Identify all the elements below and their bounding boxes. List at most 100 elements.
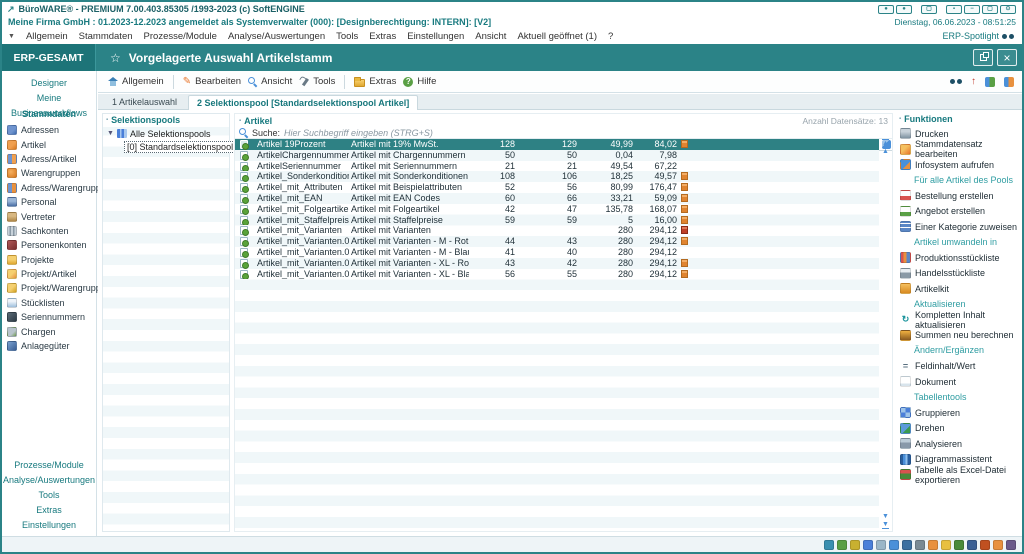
- menu-aktuell-geöffnet-1[interactable]: Aktuell geöffnet (1): [517, 31, 597, 42]
- function-gruppieren[interactable]: Gruppieren: [896, 405, 1020, 421]
- binoculars-icon[interactable]: [950, 78, 962, 85]
- menu-ansicht[interactable]: Ansicht: [475, 31, 506, 42]
- sidebar-item-adress-artikel[interactable]: Adress/Artikel: [2, 152, 96, 166]
- menu-einstellungen[interactable]: Einstellungen: [407, 31, 464, 42]
- sidebar-link-prozesse-module[interactable]: Prozesse/Module: [2, 458, 96, 473]
- window-button-option-b[interactable]: ●: [896, 5, 912, 14]
- sidebar-link-einstellungen[interactable]: Einstellungen: [2, 518, 96, 533]
- sidebar-item-projekt-artikel[interactable]: Projekt/Artikel: [2, 267, 96, 281]
- window-button-option-a[interactable]: ●: [878, 5, 894, 14]
- menu-tools[interactable]: Tools: [336, 31, 358, 42]
- window-button-lock[interactable]: ▪: [946, 5, 962, 14]
- window-button-maximize[interactable]: ▢: [982, 5, 998, 14]
- menu-analyse-auswertungen[interactable]: Analyse/Auswertungen: [228, 31, 325, 42]
- toolbar-tools[interactable]: Tools: [299, 76, 335, 87]
- function-drehen[interactable]: Drehen: [896, 421, 1020, 437]
- table-row[interactable]: Artikel_mit_FolgeartikelArtikel mit Folg…: [235, 204, 879, 215]
- scroll-up-icon[interactable]: ▲: [882, 148, 889, 155]
- function-produktionsstückliste[interactable]: Produktionsstückliste: [896, 250, 1020, 266]
- toolbar-allgemein[interactable]: Allgemein: [108, 76, 164, 87]
- tree-expander-icon[interactable]: ▼: [107, 130, 114, 137]
- table-row[interactable]: Artikel_mit_Varianten.003Artikel mit Var…: [235, 236, 879, 247]
- sidebar-item-projekt-warengruppen[interactable]: Projekt/Warengruppen: [2, 281, 96, 295]
- sidebar-link-meine-businessworkflows[interactable]: Meine Businessworkflows: [2, 91, 96, 106]
- formula-icon[interactable]: [915, 540, 925, 550]
- table-row[interactable]: Artikel_mit_StaffelpreiseArtikel mit Sta…: [235, 215, 879, 226]
- function-tabelle-als-excel-datei-exportieren[interactable]: Tabelle als Excel-Datei exportieren: [896, 467, 1020, 483]
- scroll-to-bottom-icon[interactable]: ▼: [882, 521, 889, 529]
- table-row[interactable]: ArtikelChargennummerArtikel mit Chargenn…: [235, 150, 879, 161]
- table-row[interactable]: Artikel_mit_Varianten.005Artikel mit Var…: [235, 258, 879, 269]
- sidebar-link-tools[interactable]: Tools: [2, 488, 96, 503]
- layers-icon[interactable]: [824, 540, 834, 550]
- tree-item-alle-selektionspools[interactable]: ▼ Alle Selektionspools: [103, 127, 229, 140]
- window-button-minimize[interactable]: −: [964, 5, 980, 14]
- database-icon[interactable]: [902, 540, 912, 550]
- sidebar-item-seriennummern[interactable]: Seriennummern: [2, 310, 96, 324]
- sidebar-link-analyse-auswertungen[interactable]: Analyse/Auswertungen: [2, 473, 96, 488]
- function-feldinhalt-wert[interactable]: =Feldinhalt/Wert: [896, 359, 1020, 375]
- book-icon[interactable]: [967, 540, 977, 550]
- function-summen-neu-berechnen[interactable]: Summen neu berechnen: [896, 328, 1020, 344]
- restore-window-button[interactable]: [973, 49, 993, 66]
- table-row[interactable]: Artikel_mit_Varianten.004Artikel mit Var…: [235, 247, 879, 258]
- toolbar-ansicht[interactable]: Ansicht: [248, 76, 292, 87]
- exit-orange-icon[interactable]: [1004, 77, 1014, 87]
- sidebar-item-anlagegüter[interactable]: Anlagegüter: [2, 339, 96, 353]
- sidebar-item-vertreter[interactable]: Vertreter: [2, 209, 96, 223]
- table-row[interactable]: Artikel_mit_AttributenArtikel mit Beispi…: [235, 182, 879, 193]
- toolbar-hilfe[interactable]: ?Hilfe: [403, 76, 436, 87]
- window-button-monitor[interactable]: ▢: [921, 5, 937, 14]
- table-row[interactable]: Artikel_mit_EANArtikel mit EAN Codes6066…: [235, 193, 879, 204]
- menu-extras[interactable]: Extras: [369, 31, 396, 42]
- table-row[interactable]: Artikel_mit_VariantenArtikel mit Variant…: [235, 225, 879, 236]
- sidebar-item-artikel[interactable]: Artikel: [2, 137, 96, 151]
- table-row[interactable]: Artikel_SonderkonditionenArtikel mit Son…: [235, 171, 879, 182]
- menu-[interactable]: ?: [608, 31, 613, 42]
- toolbar-extras[interactable]: Extras: [354, 76, 396, 87]
- function-analysieren[interactable]: Analysieren: [896, 436, 1020, 452]
- close-module-button[interactable]: ×: [997, 49, 1017, 66]
- menu-prozesse-module[interactable]: Prozesse/Module: [144, 31, 217, 42]
- function-handelsstückliste[interactable]: Handelsstückliste: [896, 266, 1020, 282]
- sidebar-item-warengruppen[interactable]: Warengruppen: [2, 166, 96, 180]
- sidebar-item-adress-warengruppen[interactable]: Adress/Warengruppen: [2, 181, 96, 195]
- function-stammdatensatz-bearbeiten[interactable]: Stammdatensatz bearbeiten: [896, 142, 1020, 158]
- calendar-icon[interactable]: [993, 540, 1003, 550]
- image-icon[interactable]: [928, 540, 938, 550]
- gear-icon[interactable]: [1006, 540, 1016, 550]
- window-button-power[interactable]: ⊙: [1000, 5, 1016, 14]
- menu-allgemein[interactable]: Allgemein: [26, 31, 68, 42]
- add-record-icon[interactable]: [837, 540, 847, 550]
- scroll-to-top-icon[interactable]: ▲: [882, 139, 889, 147]
- battery-icon[interactable]: [850, 540, 860, 550]
- menu-caret-icon[interactable]: ▼: [8, 33, 15, 40]
- tab-2-selektionspool-standardselektionspool-artikel[interactable]: 2 Selektionspool [Standardselektionspool…: [188, 95, 418, 110]
- sidebar-link-extras[interactable]: Extras: [2, 503, 96, 518]
- favorite-star-icon[interactable]: ☆: [110, 51, 121, 65]
- table-row[interactable]: ArtikelSeriennummerArtikel mit Seriennum…: [235, 161, 879, 172]
- function-dokument[interactable]: Dokument: [896, 374, 1020, 390]
- search-bar[interactable]: Suche: Hier Suchbegriff eingeben (STRG+S…: [235, 127, 892, 139]
- tree-item-standardselektionspool[interactable]: [0] Standardselektionspool Artikel: [103, 140, 229, 153]
- function-bestellung-erstellen[interactable]: Bestellung erstellen: [896, 188, 1020, 204]
- exit-green-icon[interactable]: [985, 77, 995, 87]
- window-icon[interactable]: [876, 540, 886, 550]
- checklist-icon[interactable]: [954, 540, 964, 550]
- sidebar-item-personenkonten[interactable]: Personenkonten: [2, 238, 96, 252]
- lightning-icon[interactable]: [980, 540, 990, 550]
- sidebar-item-adressen[interactable]: Adressen: [2, 123, 96, 137]
- notes-icon[interactable]: [941, 540, 951, 550]
- table-row[interactable]: Artikel 19ProzentArtikel mit 19% MwSt.12…: [235, 139, 879, 150]
- menu-stammdaten[interactable]: Stammdaten: [79, 31, 133, 42]
- table-row[interactable]: Artikel_mit_Varianten.006Artikel mit Var…: [235, 269, 879, 280]
- sidebar-link-designer[interactable]: Designer: [2, 76, 96, 91]
- erp-spotlight[interactable]: ERP-Spotlight: [942, 31, 1014, 41]
- function-kompletten-inhalt-aktualisieren[interactable]: ↻Kompletten Inhalt aktualisieren: [896, 312, 1020, 328]
- mail-icon[interactable]: [889, 540, 899, 550]
- scroll-down-icon[interactable]: ▼: [882, 513, 889, 520]
- sidebar-item-projekte[interactable]: Projekte: [2, 253, 96, 267]
- sidebar-item-stücklisten[interactable]: Stücklisten: [2, 296, 96, 310]
- function-infosystem-aufrufen[interactable]: Infosystem aufrufen: [896, 157, 1020, 173]
- sidebar-item-sachkonten[interactable]: Sachkonten: [2, 224, 96, 238]
